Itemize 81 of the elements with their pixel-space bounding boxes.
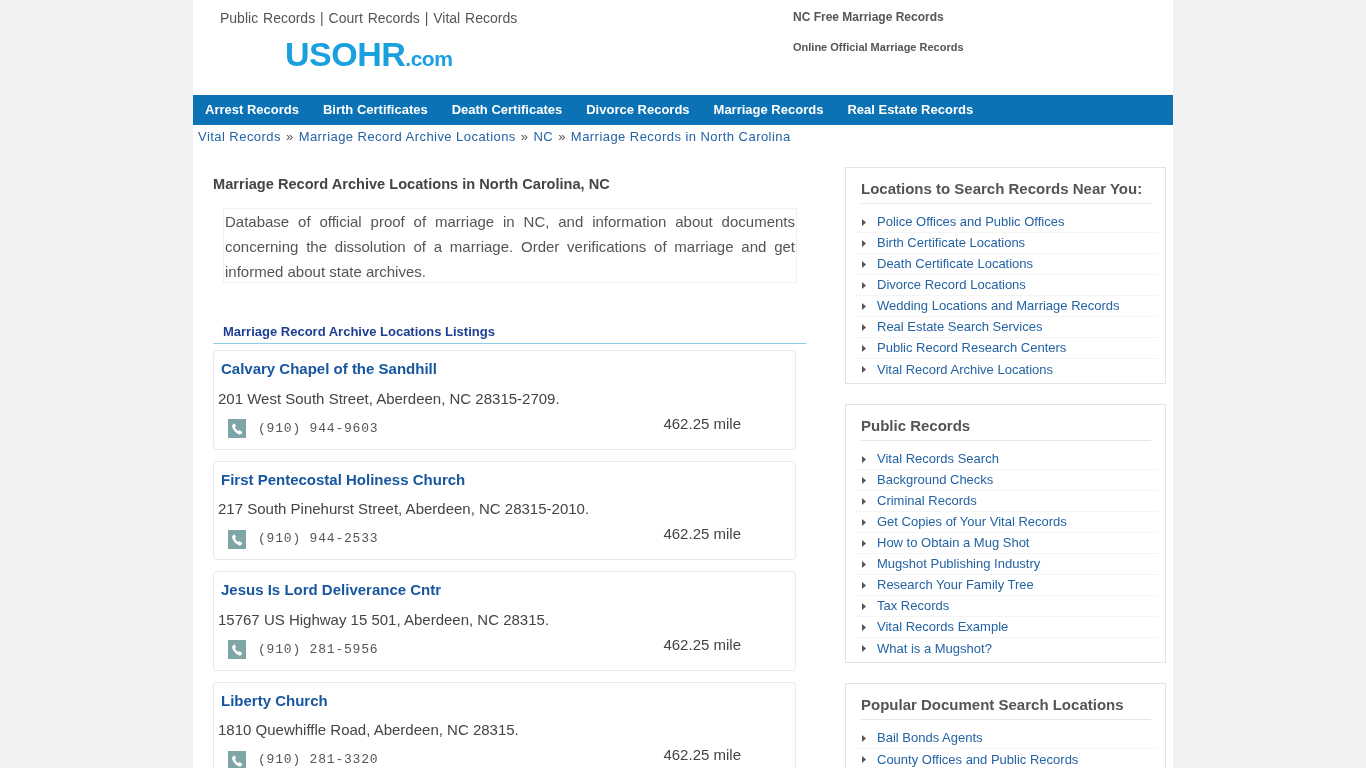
triangle-bullet-icon: [862, 366, 866, 373]
listings-heading: Marriage Record Archive Locations Listings: [213, 323, 806, 344]
nav-link[interactable]: Arrest Records: [193, 95, 311, 125]
triangle-bullet-icon: [862, 734, 866, 742]
triangle-bullet-icon: [862, 476, 866, 484]
listing-address: 217 South Pinehurst Street, Aberdeen, NC 28315-2010.: [218, 499, 591, 519]
header-link[interactable]: NC Free Marriage Records: [793, 9, 944, 25]
triangle-bullet-icon: [862, 497, 866, 505]
listing-address: 1810 Quewhiffle Road, Aberdeen, NC 28315.: [218, 720, 520, 740]
triangle-bullet-icon: [862, 239, 866, 247]
phone-icon: [228, 640, 246, 659]
breadcrumb-link[interactable]: Marriage Records in North Carolina: [570, 128, 791, 146]
sidebar-heading: Popular Document Search Locations: [861, 695, 1151, 720]
triangle-bullet-icon: [862, 323, 866, 331]
sidebar-heading: Public Records: [861, 416, 1151, 441]
sidebar-link[interactable]: Public Record Research Centers: [877, 338, 1067, 358]
sidebar-link[interactable]: Tax Records: [877, 596, 950, 616]
breadcrumb-separator: »: [558, 128, 566, 146]
sidebar-link[interactable]: Background Checks: [877, 470, 994, 490]
listing-distance: 462.25 mile: [663, 413, 741, 434]
listing-distance: 462.25 mile: [663, 745, 741, 765]
breadcrumb-link[interactable]: Vital Records: [198, 128, 281, 146]
triangle-bullet-icon: [862, 581, 866, 589]
triangle-bullet-icon: [862, 218, 866, 226]
sidebar-heading: Locations to Search Records Near You:: [861, 179, 1151, 204]
triangle-bullet-icon: [862, 281, 866, 289]
phone-number: (910) 281-3320: [258, 751, 379, 768]
nav-link[interactable]: Birth Certificates: [310, 95, 440, 125]
page-title: Marriage Record Archive Locations in North Carolina, NC: [213, 175, 611, 193]
triangle-bullet-icon: [862, 645, 866, 652]
sidebar-link[interactable]: Real Estate Search Services: [877, 317, 1043, 337]
triangle-bullet-icon: [862, 539, 866, 547]
listing-address: 201 West South Street, Aberdeen, NC 28315-2709.: [218, 388, 561, 409]
nav-link[interactable]: Divorce Records: [574, 95, 702, 125]
header-link[interactable]: Online Official Marriage Records: [793, 39, 964, 55]
sidebar-link[interactable]: Divorce Record Locations: [877, 275, 1026, 295]
triangle-bullet-icon: [862, 302, 866, 310]
triangle-bullet-icon: [862, 344, 866, 352]
breadcrumb-separator: »: [520, 128, 529, 146]
sidebar-link[interactable]: What is a Mugshot?: [877, 638, 992, 659]
phone-number: (910) 281-5956: [258, 640, 379, 659]
sidebar-link[interactable]: Research Your Family Tree: [877, 575, 1034, 595]
listing-title-link[interactable]: Liberty Church: [221, 690, 328, 711]
triangle-bullet-icon: [862, 623, 866, 631]
nav-link[interactable]: Death Certificates: [439, 95, 575, 125]
phone-number: (910) 944-9603: [258, 419, 379, 438]
phone-icon: [228, 419, 246, 438]
triangle-bullet-icon: [862, 518, 866, 526]
sidebar-link[interactable]: Police Offices and Public Offices: [877, 212, 1065, 232]
sidebar-link[interactable]: How to Obtain a Mug Shot: [877, 533, 1030, 553]
sidebar-link[interactable]: County Offices and Public Records: [877, 749, 1079, 768]
listing-distance: 462.25 mile: [663, 634, 741, 655]
listing-title-link[interactable]: First Pentecostal Holiness Church: [221, 469, 466, 490]
sidebar-link[interactable]: Wedding Locations and Marriage Records: [877, 296, 1120, 316]
sidebar-link[interactable]: Vital Records Search: [877, 449, 999, 469]
triangle-bullet-icon: [862, 756, 866, 763]
triangle-bullet-icon: [862, 602, 866, 610]
listing-title-link[interactable]: Calvary Chapel of the Sandhill: [221, 359, 437, 379]
breadcrumb-link[interactable]: NC: [533, 128, 554, 146]
phone-icon: [228, 529, 246, 549]
nav-link[interactable]: Marriage Records: [701, 95, 836, 125]
sidebar-link[interactable]: Get Copies of Your Vital Records: [877, 512, 1067, 532]
description-text: Database of official proof of marriage in NC, and information about documents concerning the dissolution of a marriage. Order verifications of marriage and get informed about state archives.: [223, 208, 797, 283]
triangle-bullet-icon: [862, 455, 866, 463]
sidebar-link[interactable]: Vital Record Archive Locations: [877, 359, 1054, 380]
site-tagline: Public Records | Court Records | Vital Records: [220, 9, 518, 27]
phone-number: (910) 944-2533: [258, 530, 379, 548]
triangle-bullet-icon: [862, 260, 866, 268]
sidebar-link[interactable]: Mugshot Publishing Industry: [877, 554, 1041, 574]
listing-distance: 462.25 mile: [663, 524, 741, 544]
sidebar-link[interactable]: Vital Records Example: [877, 617, 1009, 637]
sidebar-link[interactable]: Bail Bonds Agents: [877, 728, 983, 748]
listing-address: 15767 US Highway 15 501, Aberdeen, NC 28315.: [218, 609, 551, 630]
triangle-bullet-icon: [862, 560, 866, 568]
sidebar-link[interactable]: Death Certificate Locations: [877, 254, 1034, 274]
listing-title-link[interactable]: Jesus Is Lord Deliverance Cntr: [221, 580, 442, 600]
breadcrumb-link[interactable]: Marriage Record Archive Locations: [298, 128, 516, 146]
sidebar-link[interactable]: Criminal Records: [877, 491, 977, 511]
nav-link[interactable]: Real Estate Records: [835, 95, 986, 125]
breadcrumb-separator: »: [285, 128, 294, 146]
sidebar-link[interactable]: Birth Certificate Locations: [877, 233, 1026, 253]
